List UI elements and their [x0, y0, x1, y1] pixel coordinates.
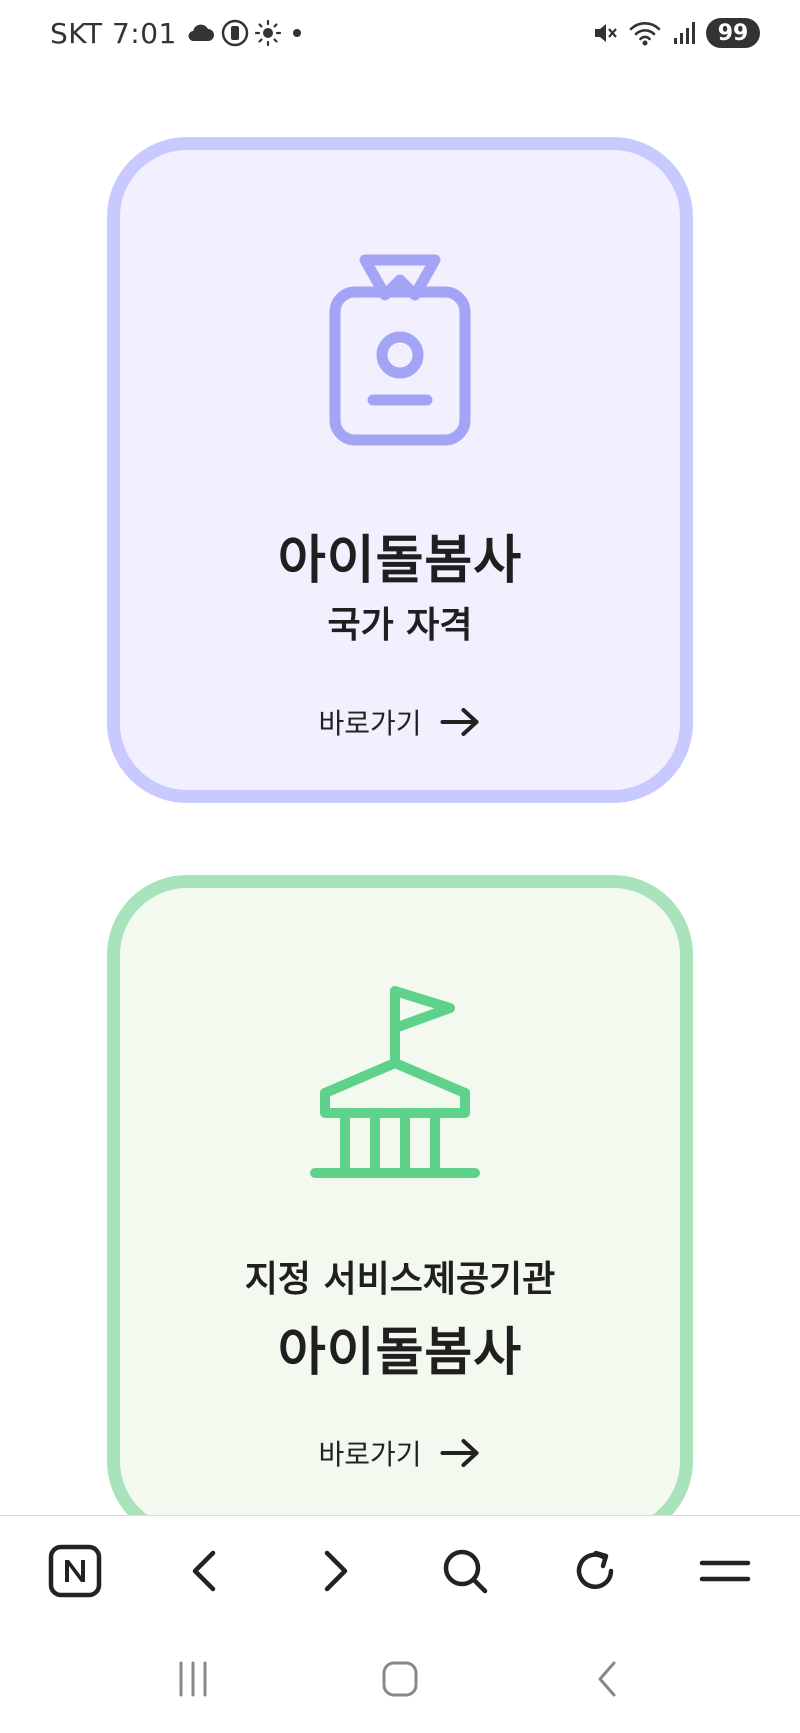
mute-icon — [595, 24, 617, 42]
brightness-icon — [254, 20, 281, 46]
menu-icon — [699, 1560, 751, 1581]
dot-icon — [292, 29, 301, 37]
home-icon — [382, 1661, 418, 1697]
search-icon — [443, 1549, 488, 1593]
forward-icon — [324, 1550, 348, 1591]
go-link-label: 바로가기 — [318, 1438, 422, 1471]
card-title-sub: 지정 서비스제공기관 — [244, 1259, 556, 1300]
naver-home-icon — [48, 1544, 102, 1597]
refresh-button[interactable] — [560, 1536, 630, 1606]
back-button[interactable] — [170, 1536, 240, 1606]
back-nav-icon — [598, 1661, 616, 1697]
id-badge-icon — [329, 254, 471, 446]
status-right: 99 — [592, 18, 760, 48]
go-link-qualification[interactable]: 바로가기 — [318, 702, 481, 742]
forward-button[interactable] — [300, 1536, 370, 1606]
vibrate-icon — [221, 19, 249, 47]
wifi-icon — [629, 22, 661, 46]
refresh-icon — [576, 1550, 614, 1589]
search-button[interactable] — [430, 1536, 500, 1606]
cloud-icon — [188, 24, 214, 42]
recent-apps-icon — [179, 1661, 207, 1697]
menu-button[interactable] — [690, 1536, 760, 1606]
card-title-main: 아이돌봄사 — [277, 1323, 523, 1383]
status-bar: SKT 7:01 99 — [0, 0, 800, 66]
battery-indicator: 99 — [706, 18, 760, 48]
home-button[interactable] — [360, 1644, 440, 1714]
status-icons — [187, 19, 307, 47]
browser-toolbar — [0, 1515, 800, 1625]
card-title-main: 아이돌봄사 — [277, 531, 523, 591]
arrow-right-icon — [440, 1439, 479, 1467]
back-icon — [192, 1550, 216, 1591]
go-link-label: 바로가기 — [318, 707, 422, 740]
status-left: SKT 7:01 — [50, 17, 307, 50]
back-nav-button[interactable] — [567, 1644, 647, 1714]
carrier-time: SKT 7:01 — [50, 16, 177, 50]
recent-apps-button[interactable] — [153, 1644, 233, 1714]
go-link-institution[interactable]: 바로가기 — [318, 1433, 481, 1473]
card-qualification[interactable]: 아이돌봄사 국가 자격 바로가기 — [107, 137, 693, 803]
system-navigation — [0, 1625, 800, 1733]
card-institution[interactable]: 지정 서비스제공기관 아이돌봄사 바로가기 — [107, 875, 693, 1541]
signal-icon — [674, 22, 695, 44]
naver-home-button[interactable] — [40, 1536, 110, 1606]
arrow-right-icon — [440, 708, 479, 736]
page: SKT 7:01 99 아이돌봄사 국가 자격 바로가기 지정 서비스제공기관 … — [0, 0, 800, 1733]
card-title-sub: 국가 자격 — [327, 605, 473, 646]
institution-flag-icon — [310, 986, 480, 1178]
